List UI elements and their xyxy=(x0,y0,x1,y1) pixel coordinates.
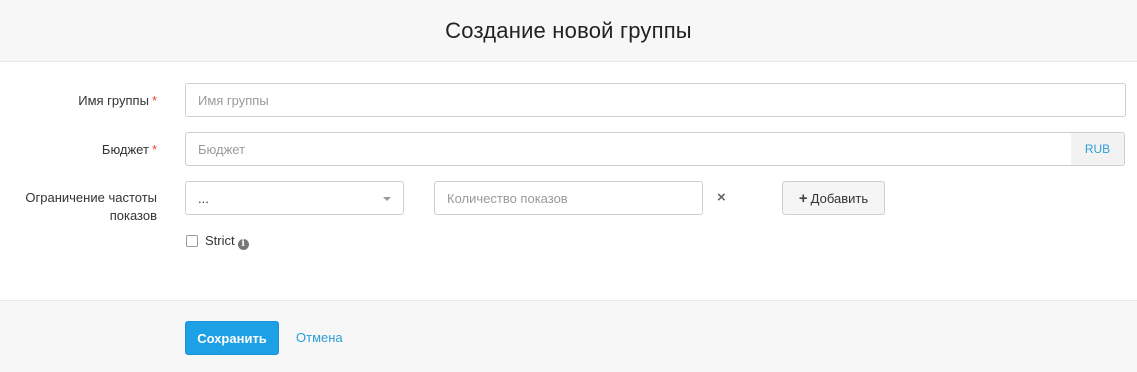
plus-icon: + xyxy=(798,189,808,207)
info-icon[interactable]: i xyxy=(237,239,249,250)
save-button[interactable]: Сохранить xyxy=(185,321,279,355)
currency-addon[interactable]: RUB xyxy=(1071,132,1125,166)
frequency-period-select[interactable]: ... xyxy=(185,181,404,215)
cancel-link[interactable]: Отмена xyxy=(296,330,343,346)
chevron-down-icon xyxy=(383,197,391,201)
budget-label: Бюджет * xyxy=(101,142,157,157)
strict-checkbox[interactable] xyxy=(186,235,198,247)
group-name-input[interactable] xyxy=(185,83,1126,117)
modal-footer: Сохранить Отмена xyxy=(0,300,1137,372)
add-button[interactable]: + Добавить xyxy=(782,181,885,215)
frequency-label: Ограничение частоты показов xyxy=(25,190,157,223)
budget-input[interactable] xyxy=(185,132,1072,166)
page-title: Создание новой группы xyxy=(445,17,692,43)
impressions-count-input[interactable] xyxy=(434,181,703,215)
modal-header: Создание новой группы xyxy=(0,0,1137,62)
required-mark: * xyxy=(151,142,157,157)
strict-label[interactable]: Strict i xyxy=(205,233,249,250)
group-name-label: Имя группы * xyxy=(78,93,157,108)
close-icon[interactable]: × xyxy=(717,190,726,206)
required-mark: * xyxy=(151,93,157,108)
